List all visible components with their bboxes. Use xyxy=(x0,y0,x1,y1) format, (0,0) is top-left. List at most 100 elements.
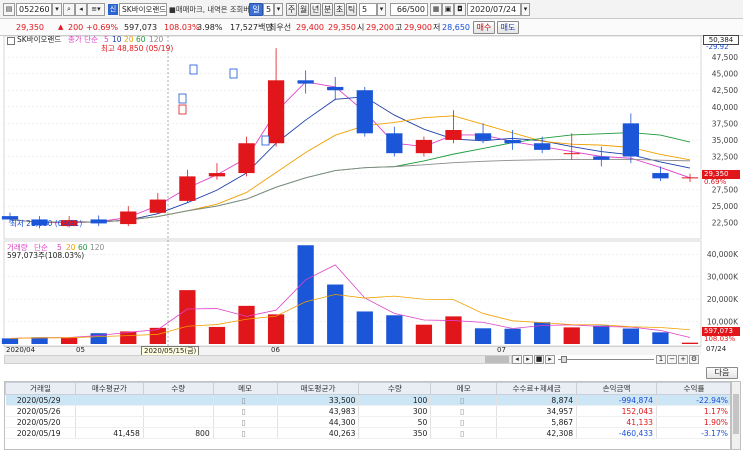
low-price: 28,650 xyxy=(442,23,470,32)
date-field[interactable]: 2020/07/24 xyxy=(467,3,521,16)
volume-bar xyxy=(563,327,580,344)
code-dropdown-icon[interactable]: ▾ xyxy=(52,3,62,16)
buy-memo-icon[interactable]: ▯ xyxy=(213,427,278,439)
col-sell-avg[interactable]: 매도평균가 xyxy=(276,382,360,395)
price-y-axis: 47,500 45,000 42,500 40,000 37,500 35,000 32,5… xyxy=(712,53,738,228)
horizontal-scrollbar[interactable] xyxy=(4,355,512,364)
count-field[interactable]: 5 xyxy=(359,3,377,16)
price-legend-name: SK바이오랜드 xyxy=(17,35,62,44)
col-trade-date[interactable]: 거래일 xyxy=(5,382,76,395)
sell-memo-icon[interactable]: ▯ xyxy=(430,416,498,428)
sell-button[interactable]: 매도 xyxy=(497,21,519,34)
y-tick-label: 25,000 xyxy=(712,202,738,211)
new-listing-badge: 신 xyxy=(108,4,118,15)
candle-body xyxy=(504,139,521,144)
period-dropdown-icon[interactable]: ▾ xyxy=(274,3,283,16)
count-dropdown-icon[interactable]: ▾ xyxy=(377,3,386,16)
volume-tick-label: 20,000K xyxy=(707,295,739,304)
buy-button[interactable]: 매수 xyxy=(473,21,495,34)
search-icon[interactable]: ⌕ xyxy=(63,3,75,16)
candle-body xyxy=(386,133,403,154)
volume-bar xyxy=(652,332,669,344)
legend-checkbox[interactable] xyxy=(7,37,15,45)
candle-body xyxy=(622,123,639,157)
period-day-button[interactable]: 일 xyxy=(249,3,263,16)
y-tick-label: 42,500 xyxy=(712,86,738,95)
sell-marker xyxy=(178,93,187,104)
return-rate: -22.94% xyxy=(656,394,730,406)
chart-area[interactable]: 47,500 45,000 42,500 40,000 37,500 35,000 32,5… xyxy=(0,36,743,358)
scroll-left-icon[interactable]: ◂ xyxy=(512,355,522,364)
period-tick-button[interactable]: 틱 xyxy=(346,3,357,16)
buy-avg-price xyxy=(75,405,144,417)
high-note: 최고 48,850 (05/19) xyxy=(101,44,174,53)
zoom-out-icon[interactable]: − xyxy=(667,355,677,364)
stock-code-input[interactable]: 052260 xyxy=(16,3,52,16)
candle-body xyxy=(415,139,433,154)
col-pnl[interactable]: 손익금액 xyxy=(576,382,657,395)
buy-quantity xyxy=(143,416,214,428)
candle-body xyxy=(474,133,492,140)
lock-icon[interactable]: ◘ xyxy=(454,3,466,16)
zoom-slider[interactable] xyxy=(558,359,654,360)
volume-bar xyxy=(415,324,433,344)
y-tick-label: 45,000 xyxy=(712,70,738,79)
scroll-right-icon[interactable]: ▸ xyxy=(523,355,533,364)
col-buy-avg[interactable]: 매수평균가 xyxy=(74,382,144,395)
col-fee-tax[interactable]: 수수료+제세금 xyxy=(496,382,578,395)
current-pct-tag: 0.69% xyxy=(704,178,727,186)
play-icon[interactable]: ▸ xyxy=(545,355,555,364)
col-buy-qty[interactable]: 수량 xyxy=(142,382,214,395)
buy-memo-icon[interactable]: ▯ xyxy=(213,405,278,417)
save-icon[interactable]: ▣ xyxy=(442,3,454,16)
col-buy-memo[interactable]: 메모 xyxy=(212,382,278,395)
table-row[interactable]: 2020/05/20 ▯ 44,300 50 ▯ 5,867 41,133 1.90% xyxy=(5,416,730,428)
return-rate: 1.90% xyxy=(656,416,730,428)
period-value-field[interactable]: 5 xyxy=(263,3,274,16)
stop-icon[interactable]: ■ xyxy=(534,355,544,364)
candle-body xyxy=(356,90,373,134)
sell-memo-icon[interactable]: ▯ xyxy=(430,427,498,439)
scroll-thumb[interactable] xyxy=(485,356,509,363)
y-tick-label: 37,500 xyxy=(712,119,738,128)
period-year-button[interactable]: 년 xyxy=(310,3,321,16)
table-scrollbar[interactable] xyxy=(731,381,741,450)
next-button[interactable]: 다음 xyxy=(706,367,738,379)
trade-date: 2020/05/29 xyxy=(5,394,76,406)
trade-amount: 17,527백만 xyxy=(230,23,273,32)
grid-icon[interactable]: ▦ xyxy=(430,3,442,16)
stock-name-field[interactable]: SK바이오랜드 xyxy=(119,3,167,16)
period-week-button[interactable]: 주 xyxy=(286,3,297,16)
zoom-level[interactable]: 1 xyxy=(656,355,666,364)
period-second-button[interactable]: 초 xyxy=(334,3,345,16)
col-return[interactable]: 수익률 xyxy=(656,382,730,395)
table-scroll-thumb[interactable] xyxy=(733,394,739,434)
prev-stock-icon[interactable]: ◂ xyxy=(75,3,87,16)
table-row[interactable]: 2020/05/29 ▯ 33,500 100 ▯ 8,874 -994,874 -22.94… xyxy=(5,394,730,406)
buy-memo-icon[interactable]: ▯ xyxy=(213,416,278,428)
table-row[interactable]: 2020/05/19 41,458 800 ▯ 40,263 350 ▯ 42,308 -460… xyxy=(5,427,730,439)
zoom-slider-handle[interactable] xyxy=(561,356,567,363)
volume-bar xyxy=(267,314,285,344)
table-row[interactable]: 2020/05/26 ▯ 43,983 300 ▯ 34,957 152,043 1.17% xyxy=(5,405,730,417)
col-sell-memo[interactable]: 메모 xyxy=(430,382,498,395)
col-sell-qty[interactable]: 수량 xyxy=(358,382,432,395)
period-month-button[interactable]: 월 xyxy=(298,3,309,16)
settings-icon[interactable]: ⚙ xyxy=(689,355,699,364)
price-panel xyxy=(3,36,702,240)
volume-tick-label: 30,000K xyxy=(707,273,739,282)
y-tick-label: 22,500 xyxy=(712,219,738,228)
candle-body xyxy=(297,80,314,84)
sell-memo-icon[interactable]: ▯ xyxy=(430,394,498,406)
volume-bar xyxy=(681,342,699,344)
period-minute-button[interactable]: 분 xyxy=(322,3,333,16)
zoom-in-icon[interactable]: + xyxy=(678,355,688,364)
sell-memo-icon[interactable]: ▯ xyxy=(430,405,498,417)
stock-list-icon[interactable]: ≡▾ xyxy=(87,3,105,16)
menu-icon[interactable]: ▤ xyxy=(3,3,15,16)
volume-percent: 108.03% xyxy=(164,23,200,32)
sell-marker xyxy=(261,135,270,146)
calendar-dropdown-icon[interactable]: ▾ xyxy=(521,3,530,16)
buy-memo-icon[interactable]: ▯ xyxy=(213,394,278,406)
volume-bar xyxy=(208,326,226,344)
